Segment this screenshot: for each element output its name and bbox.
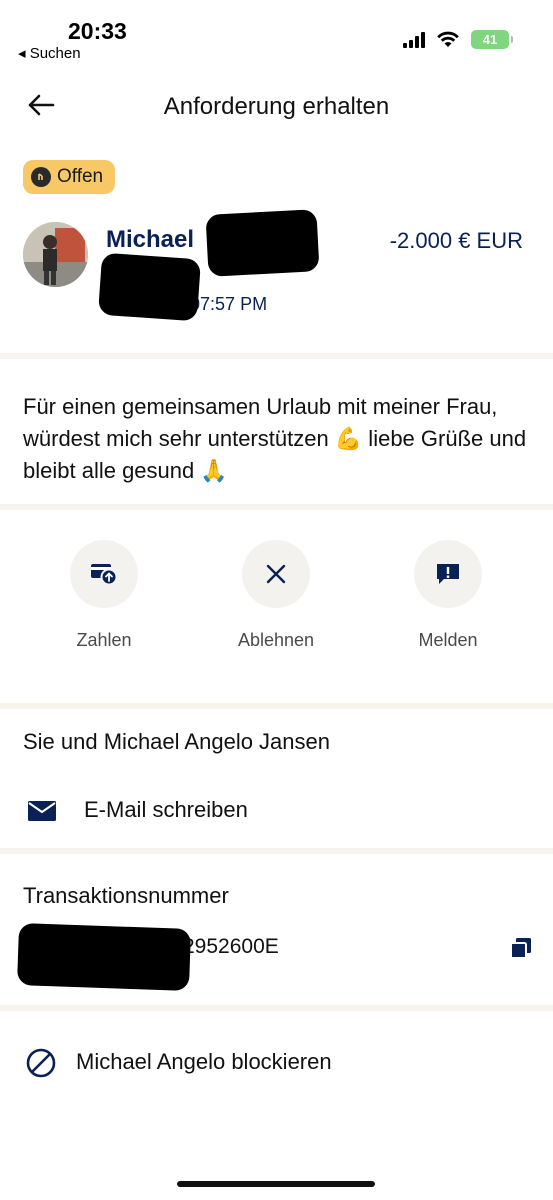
report-action[interactable]: Melden <box>398 540 498 651</box>
report-icon <box>437 564 459 584</box>
section-divider <box>0 703 553 709</box>
section-divider <box>0 504 553 510</box>
close-icon <box>266 564 286 584</box>
pay-action[interactable]: Zahlen <box>54 540 154 651</box>
status-time: 20:33 <box>68 18 127 44</box>
report-button[interactable] <box>414 540 482 608</box>
decline-label: Ablehnen <box>237 630 315 650</box>
redacted-surname <box>205 209 320 277</box>
pending-icon <box>31 167 51 187</box>
status-back-link[interactable]: ◂ Suchen <box>18 44 81 62</box>
section-divider <box>0 1005 553 1011</box>
battery-icon: 41 <box>471 30 513 49</box>
avatar <box>23 222 88 287</box>
block-user-label: Michael Angelo blockieren <box>76 1049 332 1074</box>
contact-title: Sie und Michael Angelo Jansen <box>23 729 330 754</box>
pay-label: Zahlen <box>76 630 132 650</box>
request-amount: -2.000 € EUR <box>389 228 523 253</box>
copy-icon <box>510 938 531 959</box>
sender-name: Michael <box>106 226 195 253</box>
section-divider <box>0 353 553 359</box>
write-email-button[interactable]: E-Mail schreiben <box>0 787 553 837</box>
mail-icon <box>28 801 56 821</box>
decline-action[interactable]: Ablehnen <box>226 540 326 651</box>
redacted-transaction-number <box>16 923 192 991</box>
status-badge-label: Offen <box>57 166 104 187</box>
page-title: Anforderung erhalten <box>163 93 390 120</box>
write-email-label: E-Mail schreiben <box>84 797 248 822</box>
request-message: Für einen gemeinsamen Urlaub mit meiner … <box>23 394 527 483</box>
redacted-date <box>97 252 202 322</box>
decline-button[interactable] <box>242 540 310 608</box>
transaction-number: 2952600E <box>183 935 279 958</box>
home-indicator <box>177 1181 375 1187</box>
report-label: Melden <box>418 630 478 650</box>
status-badge: Offen <box>23 160 116 194</box>
block-user-button[interactable]: Michael Angelo blockieren <box>0 1037 553 1089</box>
pay-button[interactable] <box>70 540 138 608</box>
section-divider <box>0 848 553 854</box>
wifi-icon <box>437 31 459 47</box>
status-indicators: 41 <box>403 30 513 49</box>
cellular-signal-icon <box>403 31 425 48</box>
pay-icon <box>91 564 118 586</box>
block-icon <box>26 1048 56 1078</box>
transaction-title: Transaktionsnummer <box>23 883 229 908</box>
copy-button[interactable] <box>507 935 535 963</box>
